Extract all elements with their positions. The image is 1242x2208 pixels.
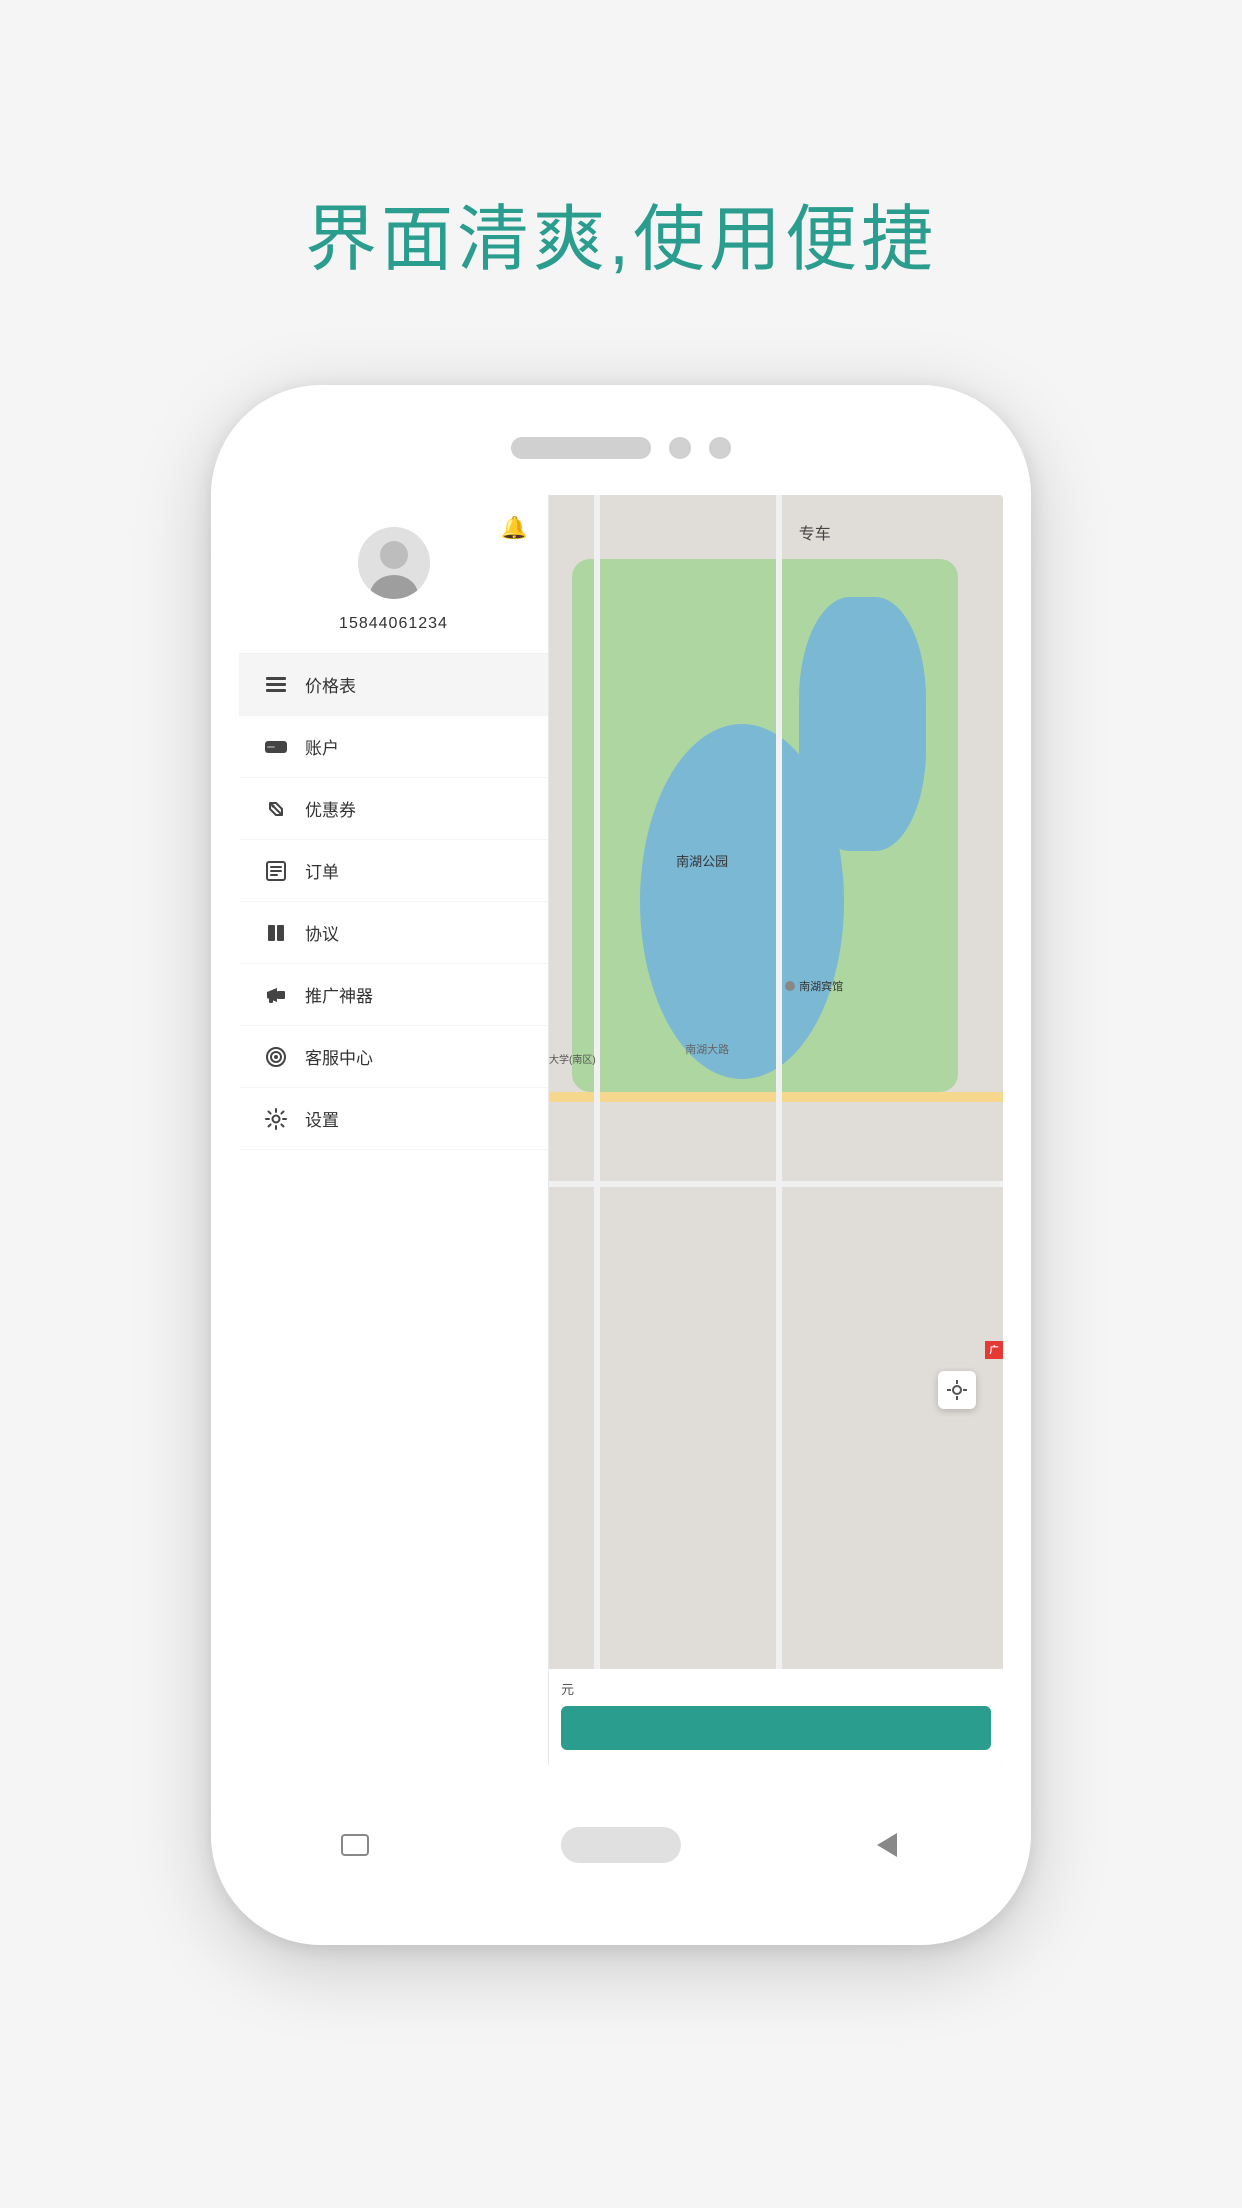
nav-home-button[interactable] <box>561 1827 681 1863</box>
settings-icon <box>263 1108 289 1130</box>
map-price-label: 元 <box>561 1679 991 1698</box>
account-label: 账户 <box>305 734 339 759</box>
agreement-icon <box>263 923 289 943</box>
map-label-hotel: 南湖宾馆 <box>785 978 843 994</box>
coupon-label: 优惠券 <box>305 796 356 821</box>
map-location-button[interactable] <box>938 1371 976 1409</box>
sidebar-header: 🔔 15844061234 <box>239 495 548 654</box>
sidebar-item-coupon[interactable]: 优惠券 <box>239 778 548 840</box>
orders-label: 订单 <box>305 858 339 883</box>
map-bottom-panel: 元 <box>549 1669 1003 1765</box>
phone-camera-1 <box>669 437 691 459</box>
promotion-label: 推广神器 <box>305 982 373 1007</box>
user-phone-number: 15844061234 <box>339 615 448 633</box>
sidebar-item-account[interactable]: 账户 <box>239 716 548 778</box>
avatar <box>358 527 430 599</box>
support-label: 客服中心 <box>305 1044 373 1069</box>
map-hotel-dot <box>785 981 795 991</box>
map-confirm-button[interactable] <box>561 1706 991 1750</box>
phone-bottom-nav <box>239 1795 1003 1895</box>
phone-top-bar <box>511 437 731 459</box>
map-hotel-text: 南湖宾馆 <box>799 978 843 994</box>
price-list-icon <box>263 677 289 693</box>
sidebar-drawer: 🔔 15844061234 <box>239 495 549 1765</box>
bell-icon[interactable]: 🔔 <box>501 515 528 541</box>
map-road-vertical-2 <box>776 495 782 1765</box>
phone-mockup: 🔔 15844061234 <box>211 385 1031 1945</box>
phone-screen: 🔔 15844061234 <box>239 495 1003 1765</box>
map-lake2 <box>799 597 926 851</box>
map-label-park: 南湖公园 <box>676 851 728 870</box>
sidebar-menu: 价格表 账户 <box>239 654 548 1765</box>
sidebar-item-orders[interactable]: 订单 <box>239 840 548 902</box>
sidebar-item-settings[interactable]: 设置 <box>239 1088 548 1150</box>
promotion-icon <box>263 985 289 1005</box>
nav-recent-button[interactable] <box>330 1820 380 1870</box>
map-label-university: 大学(南区) <box>549 1054 596 1067</box>
coupon-icon <box>263 799 289 819</box>
sidebar-item-agreement[interactable]: 协议 <box>239 902 548 964</box>
sidebar-item-support[interactable]: 客服中心 <box>239 1026 548 1088</box>
phone-speaker <box>511 437 651 459</box>
settings-label: 设置 <box>305 1106 339 1131</box>
price-list-label: 价格表 <box>305 672 356 697</box>
agreement-label: 协议 <box>305 920 339 945</box>
orders-icon <box>263 861 289 881</box>
map-label-road-nanhu: 南湖大路 <box>685 1041 729 1057</box>
nav-recent-icon <box>341 1834 369 1856</box>
map-view: 专车 南湖公园 南湖大路 南湖宾馆 大学(南区) <box>549 495 1003 1765</box>
map-red-marker: 广 <box>985 1341 1003 1359</box>
sidebar-item-promotion[interactable]: 推广神器 <box>239 964 548 1026</box>
map-label-zhuanche: 专车 <box>799 520 831 544</box>
page-title: 界面清爽,使用便捷 <box>305 180 937 285</box>
sidebar-item-price-list[interactable]: 价格表 <box>239 654 548 716</box>
account-icon <box>263 739 289 755</box>
map-red-text: 广 <box>989 1343 998 1356</box>
nav-back-icon <box>877 1833 897 1857</box>
map-road-vertical-1 <box>594 495 600 1765</box>
nav-back-button[interactable] <box>862 1820 912 1870</box>
support-icon <box>263 1046 289 1068</box>
phone-camera-2 <box>709 437 731 459</box>
